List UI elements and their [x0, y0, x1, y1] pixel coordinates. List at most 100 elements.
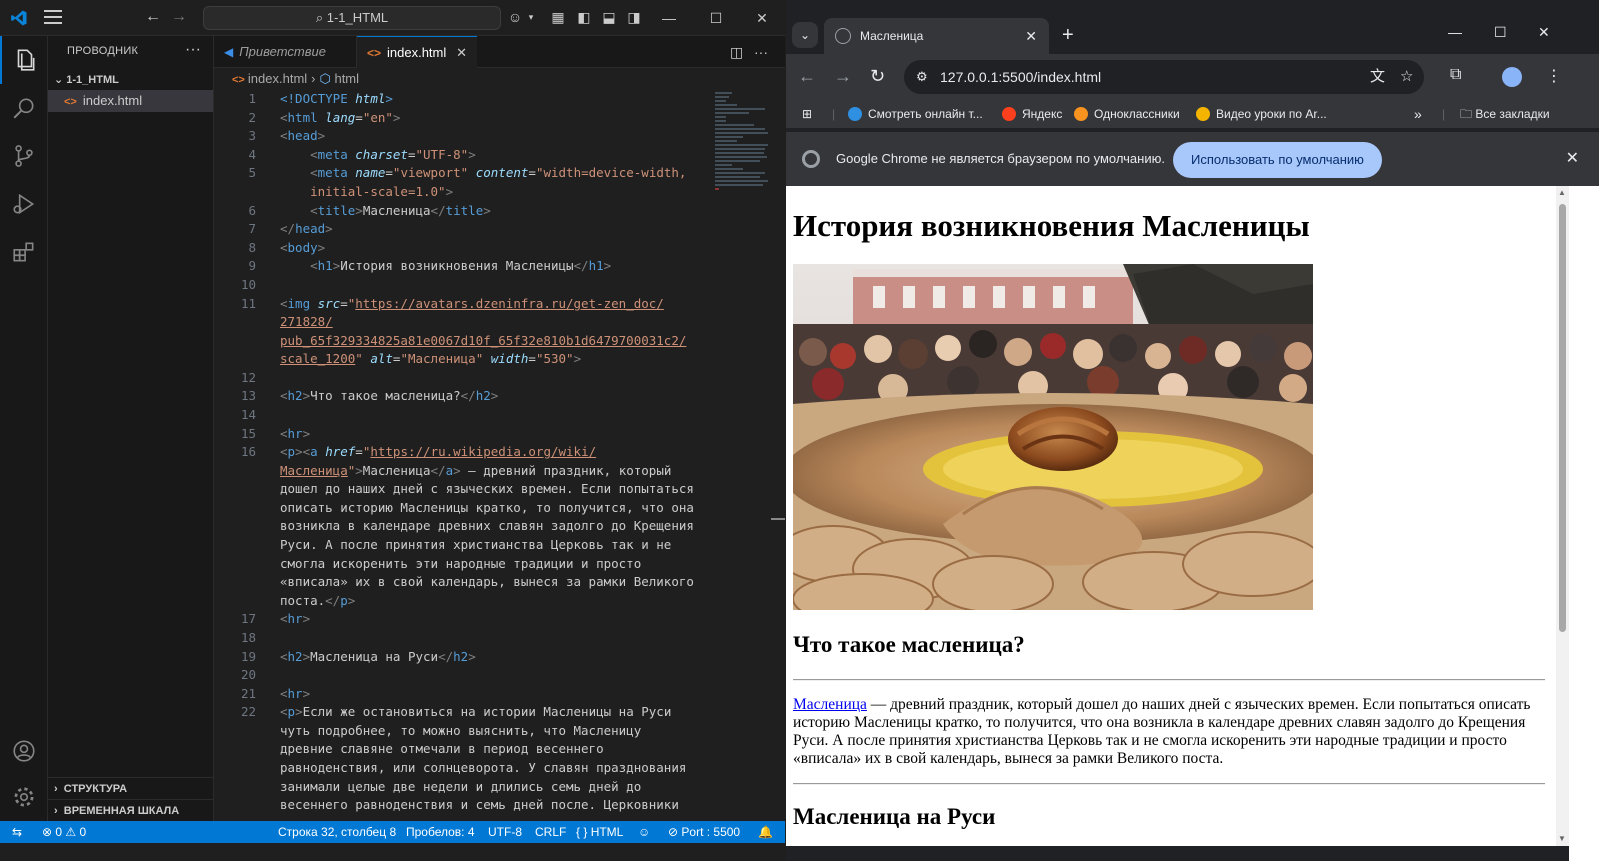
more-bookmarks-chevron-icon[interactable]: » — [1414, 100, 1422, 128]
encoding[interactable]: UTF-8 — [488, 821, 522, 843]
new-tab-plus-icon[interactable]: + — [1062, 24, 1074, 47]
line-ending[interactable]: CRLF — [535, 821, 566, 843]
live-server-port[interactable]: ⊘ Port : 5500 — [668, 821, 740, 843]
tab-index-html[interactable]: <> index.html ✕ — [357, 36, 477, 68]
code-line: возникла в календаре древних славян задо… — [280, 518, 694, 533]
profile-avatar[interactable] — [1502, 67, 1522, 87]
all-bookmarks[interactable]: 🗀 Все закладки — [1460, 100, 1550, 128]
indentation[interactable]: Пробелов: 4 — [406, 821, 475, 843]
translate-icon[interactable]: 文 — [1370, 60, 1385, 94]
line-number: 1 — [248, 91, 256, 106]
line-number: 5 — [248, 165, 256, 180]
outline-section[interactable]: › СТРУКТУРА — [48, 777, 213, 799]
default-browser-infobar: Google Chrome не является браузером по у… — [786, 132, 1599, 186]
folder-root[interactable]: ⌄ 1-1_HTML — [48, 70, 213, 90]
html-file-icon: <> — [232, 74, 248, 86]
reload-icon[interactable]: ↻ — [870, 66, 885, 87]
folder-icon: 🗀 — [1460, 107, 1476, 121]
html-file-icon: <> — [367, 46, 382, 60]
file-item-index[interactable]: <> index.html — [48, 90, 213, 112]
close-icon[interactable]: ✕ — [1566, 148, 1579, 168]
command-center-search[interactable]: ⌕ 1-1_HTML — [203, 6, 501, 30]
line-number: 17 — [240, 611, 256, 626]
toggle-secondary-sidebar-icon[interactable]: ◨ — [626, 9, 642, 25]
menu-icon[interactable] — [44, 10, 62, 26]
run-debug-icon[interactable] — [0, 180, 48, 228]
close-window-button[interactable]: ✕ — [748, 6, 776, 30]
customize-layout-icon[interactable]: ▦ — [550, 9, 566, 25]
breadcrumb-file[interactable]: index.html — [248, 71, 307, 86]
language-mode[interactable]: { } HTML — [576, 821, 623, 843]
vscode-logo-icon — [11, 10, 27, 26]
code-line: <hr> — [280, 426, 311, 441]
heading-rus: Масленица на Руси — [793, 804, 996, 829]
code-line: <html lang="en"> — [280, 110, 401, 125]
problems-indicator[interactable]: ⊗ 0 ⚠ 0 — [42, 821, 86, 843]
page-scrollbar[interactable]: ▲ ▼ — [1556, 186, 1569, 846]
browser-toolbar: ← → ↻ ⚙ 127.0.0.1:5500/index.html 文 ☆ ⧉ … — [786, 54, 1599, 100]
bookmark-item[interactable]: Видео уроки по Ar... — [1196, 100, 1327, 128]
menu-kebab-icon[interactable]: ⋮ — [1546, 66, 1562, 86]
close-tab-icon[interactable]: ✕ — [456, 37, 467, 69]
close-window-button[interactable]: ✕ — [1538, 24, 1550, 41]
toggle-sidebar-icon[interactable]: ◧ — [576, 9, 592, 25]
scroll-down-icon[interactable]: ▼ — [1558, 834, 1566, 843]
maximize-button[interactable]: ☐ — [702, 6, 730, 30]
more-actions-icon[interactable]: ··· — [185, 41, 201, 59]
line-number: 22 — [240, 704, 256, 719]
no-entry-icon: ⊘ — [668, 825, 682, 839]
breadcrumb-node[interactable]: html — [334, 71, 359, 86]
globe-icon — [835, 28, 851, 44]
chevron-down-icon[interactable]: ▾ — [523, 9, 539, 25]
cursor-position[interactable]: Строка 32, столбец 8 — [278, 821, 396, 843]
split-editor-icon[interactable]: ◫ — [730, 44, 743, 61]
bookmark-item[interactable]: Смотреть онлайн т... — [848, 100, 983, 128]
apps-grid-icon[interactable]: ⊞ — [802, 100, 812, 128]
search-icon[interactable] — [0, 84, 48, 132]
back-arrow-icon[interactable]: ← — [145, 8, 161, 26]
tab-welcome[interactable]: ◀ Приветствие — [214, 36, 357, 68]
explorer-icon[interactable] — [0, 36, 48, 84]
more-actions-icon[interactable]: ··· — [754, 44, 768, 60]
site-info-icon[interactable]: ⚙ — [916, 60, 928, 94]
code-line: Масленица">Масленица</a> — древний празд… — [280, 463, 672, 478]
maximize-button[interactable]: ☐ — [1494, 24, 1507, 41]
set-default-button[interactable]: Использовать по умолчанию — [1173, 142, 1382, 178]
forward-arrow-icon[interactable]: → — [171, 8, 187, 26]
notifications-bell-icon[interactable]: 🔔 — [758, 821, 773, 843]
scrollbar-thumb[interactable] — [1559, 204, 1566, 632]
bookmark-star-icon[interactable]: ☆ — [1400, 60, 1413, 94]
copilot-icon[interactable]: ☺ — [507, 9, 523, 25]
close-tab-icon[interactable]: ✕ — [1025, 18, 1037, 54]
chevron-right-icon: › — [54, 805, 64, 817]
bookmark-item[interactable]: Яндекс — [1002, 100, 1062, 128]
tab-search-chevron-icon[interactable]: ⌄ — [792, 22, 818, 48]
back-arrow-icon[interactable]: ← — [798, 66, 816, 87]
code-line: весеннего равноденствия и семь дней посл… — [280, 797, 679, 812]
settings-gear-icon[interactable] — [0, 773, 48, 821]
line-number: 15 — [240, 426, 256, 441]
copilot-status-icon[interactable]: ☺ — [638, 821, 650, 843]
code-line: <!DOCTYPE html> — [280, 91, 393, 106]
line-number: 3 — [248, 128, 256, 143]
bookmark-item[interactable]: Одноклассники — [1074, 100, 1180, 128]
browser-tab[interactable]: Масленица ✕ — [824, 18, 1049, 54]
extensions-icon[interactable] — [0, 228, 48, 276]
code-editor[interactable]: 1 <!DOCTYPE html> 2 <html lang="en"> 3 <… — [214, 90, 785, 821]
minimize-button[interactable]: — — [655, 6, 683, 30]
wikipedia-link[interactable]: Масленица — [793, 696, 867, 713]
timeline-section[interactable]: › ВРЕМЕННАЯ ШКАЛА — [48, 799, 213, 821]
toggle-panel-icon[interactable]: ⬓ — [601, 9, 617, 25]
code-line: <img src="https://avatars.dzeninfra.ru/g… — [280, 296, 664, 311]
line-number: 13 — [240, 388, 256, 403]
address-bar[interactable]: ⚙ 127.0.0.1:5500/index.html 文 ☆ — [904, 60, 1424, 94]
forward-arrow-icon[interactable]: → — [834, 66, 852, 87]
source-control-icon[interactable] — [0, 132, 48, 180]
minimap[interactable] — [715, 92, 771, 202]
remote-icon[interactable]: ⇆ — [0, 821, 34, 843]
page-title: История возникновения Масленицы — [793, 208, 1310, 243]
minimize-button[interactable]: — — [1448, 24, 1462, 40]
account-icon[interactable] — [0, 727, 48, 775]
extensions-puzzle-icon[interactable]: ⧉ — [1450, 66, 1461, 84]
scroll-up-icon[interactable]: ▲ — [1558, 188, 1566, 197]
